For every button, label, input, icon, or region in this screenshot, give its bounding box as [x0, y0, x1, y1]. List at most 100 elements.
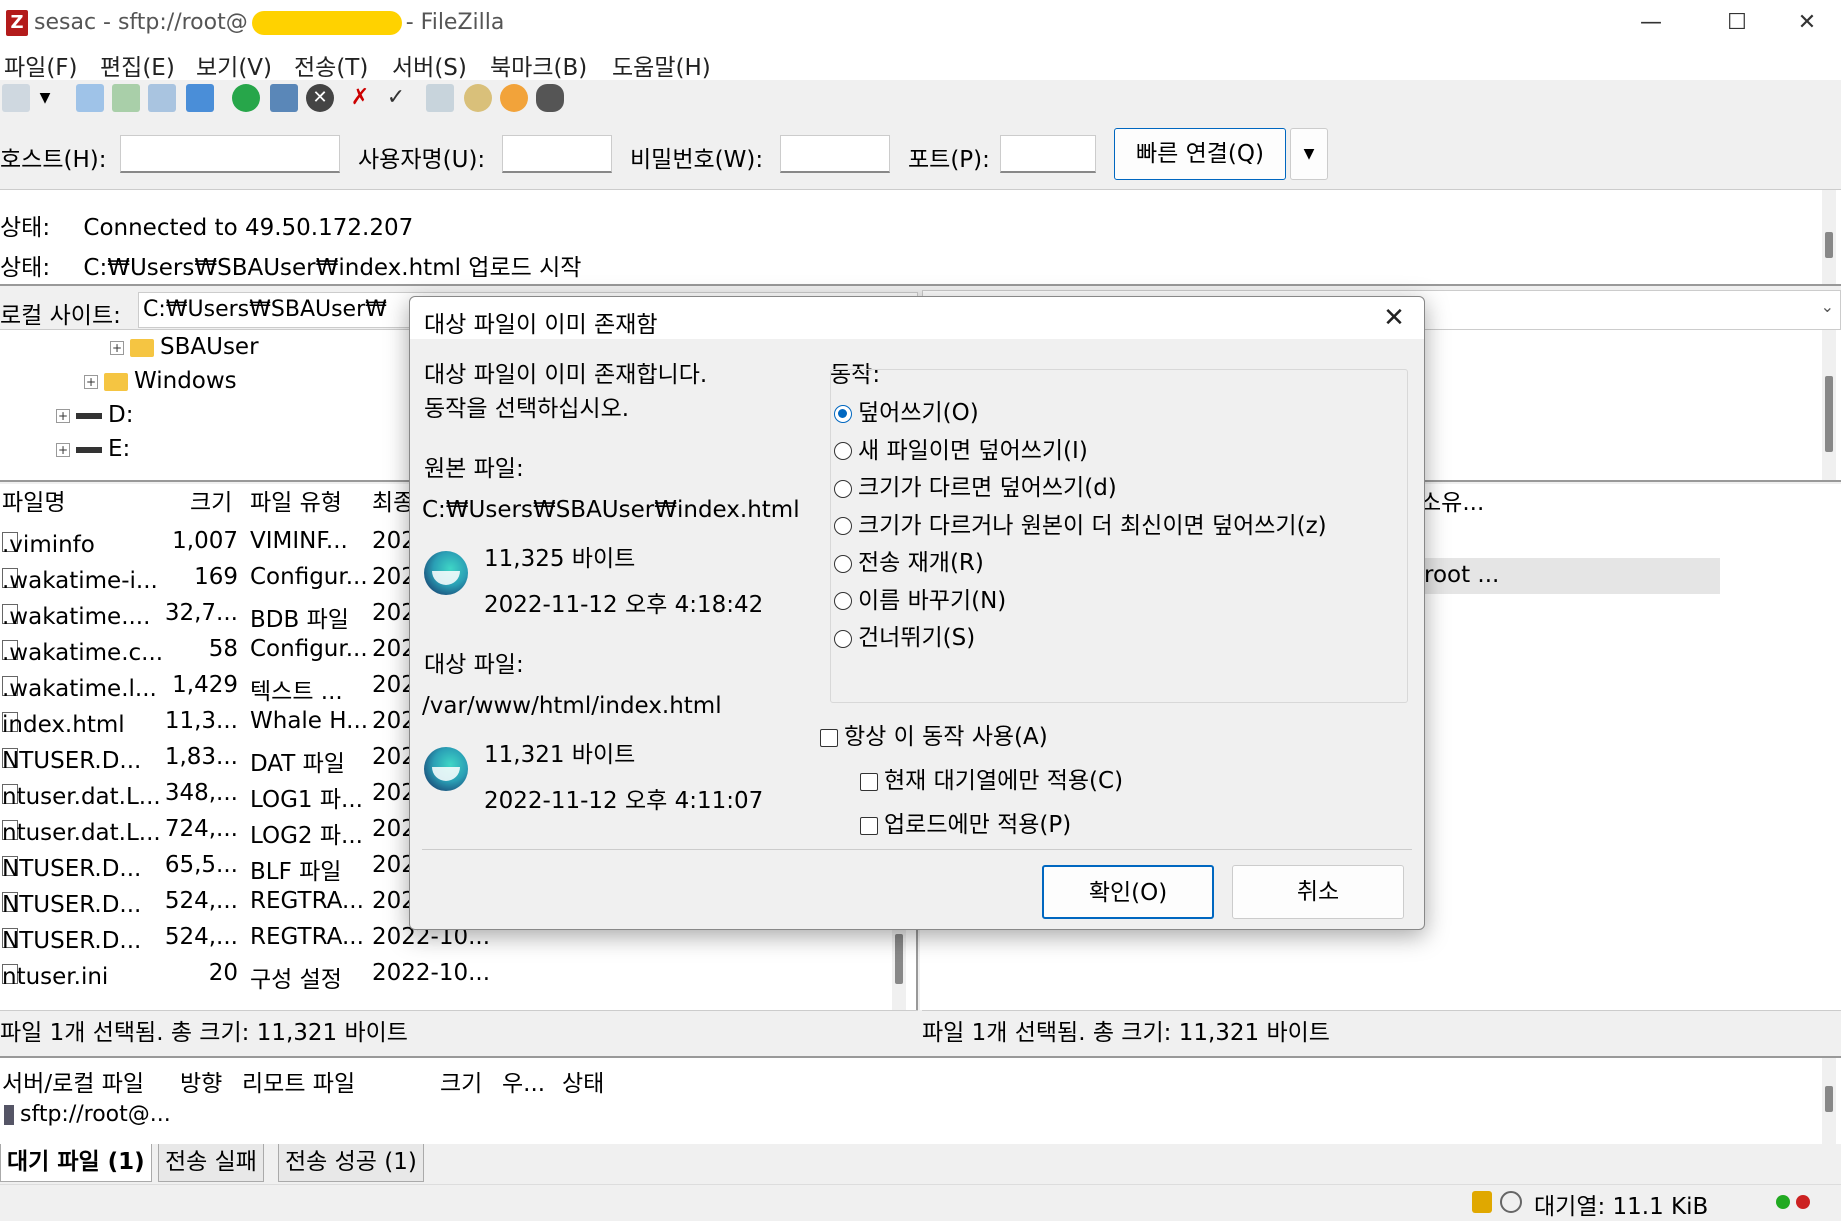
quickconnect-button[interactable]: 빠른 연결(Q) — [1114, 128, 1286, 180]
column-header-modified[interactable]: 최종 — [372, 484, 414, 524]
tree-item[interactable]: + Windows — [84, 368, 237, 394]
ok-button[interactable]: 확인(O) — [1042, 865, 1214, 919]
file-type-cell: LOG2 파... — [250, 823, 363, 849]
remote-tree-scrollbar[interactable] — [1822, 330, 1836, 480]
action-option-radio[interactable]: 새 파일이면 덮어쓰기(I) — [834, 431, 1088, 465]
site-manager-dropdown-icon[interactable]: ▼ — [36, 84, 54, 112]
queue-scrollbar[interactable] — [1822, 1058, 1836, 1144]
action-option-radio[interactable]: 크기가 다르면 덮어쓰기(d) — [834, 468, 1117, 502]
radio-icon[interactable] — [834, 517, 852, 535]
site-manager-icon[interactable] — [2, 84, 30, 112]
action-option-radio[interactable]: 크기가 다르거나 원본이 더 최신이면 덮어쓰기(z) — [834, 506, 1327, 540]
radio-icon[interactable] — [834, 404, 852, 423]
table-row[interactable]: root ... — [1420, 558, 1720, 594]
toggle-log-icon[interactable] — [76, 84, 104, 112]
speed-limit-icon[interactable] — [1500, 1191, 1522, 1213]
radio-icon[interactable] — [834, 592, 852, 610]
tree-item[interactable]: + SBAUser — [110, 334, 259, 360]
reconnect-icon[interactable]: ✓ — [382, 84, 410, 112]
host-input[interactable] — [120, 135, 340, 173]
column-header-filename[interactable]: 파일명 — [2, 484, 65, 524]
queue-only-checkbox[interactable]: 현재 대기열에만 적용(C) — [860, 761, 1123, 795]
menu-help[interactable]: 도움말(H) — [612, 48, 711, 82]
tab-queued-files[interactable]: 대기 파일 (1) — [0, 1144, 152, 1182]
queue-item[interactable]: sftp://root@... — [4, 1102, 171, 1127]
quickconnect-dropdown-icon[interactable]: ▼ — [1290, 128, 1328, 180]
source-file-label: 원본 파일: — [424, 456, 524, 482]
column-header-filetype[interactable]: 파일 유형 — [250, 484, 342, 524]
file-type-cell: REGTRA... — [250, 888, 364, 914]
cancel-icon[interactable]: ✕ — [306, 84, 334, 112]
checkbox-icon[interactable] — [860, 772, 878, 791]
checkbox-icon[interactable] — [860, 816, 878, 835]
always-use-checkbox[interactable]: 항상 이 동작 사용(A) — [820, 717, 1048, 751]
queue-header-local-file[interactable]: 서버/로컬 파일 — [2, 1064, 144, 1098]
menu-server[interactable]: 서버(S) — [392, 48, 467, 82]
password-input[interactable] — [780, 135, 890, 173]
tab-successful-transfers[interactable]: 전송 성공 (1) — [278, 1144, 424, 1182]
port-input[interactable] — [1000, 135, 1096, 173]
remote-tree-scrollbar-thumb[interactable] — [1825, 376, 1833, 452]
toggle-queue-icon[interactable] — [186, 84, 214, 112]
expand-icon[interactable]: + — [84, 374, 98, 389]
tree-item[interactable]: + E: — [56, 436, 130, 462]
radio-icon[interactable] — [834, 554, 852, 573]
cancel-button[interactable]: 취소 — [1232, 865, 1404, 919]
compare-icon[interactable] — [464, 84, 492, 112]
log-status-label: 상태: — [0, 255, 51, 281]
log-scrollbar[interactable] — [1822, 190, 1836, 284]
menu-bookmarks[interactable]: 북마크(B) — [490, 48, 587, 82]
username-input[interactable] — [502, 135, 612, 173]
dialog-close-icon[interactable]: ✕ — [1374, 301, 1414, 335]
menu-file[interactable]: 파일(F) — [4, 48, 78, 82]
search-binoculars-icon[interactable] — [536, 84, 564, 112]
column-header-owner[interactable]: 소유... — [1420, 484, 1484, 524]
queue-scrollbar-thumb[interactable] — [1825, 1086, 1833, 1112]
expand-icon[interactable]: + — [56, 442, 70, 457]
column-header-size[interactable]: 크기 — [190, 484, 232, 524]
queue-header-remote-file[interactable]: 리모트 파일 — [242, 1064, 355, 1098]
log-scrollbar-thumb[interactable] — [1825, 232, 1833, 258]
tree-item-label: E: — [108, 436, 131, 462]
queue-header-status[interactable]: 상태 — [562, 1064, 604, 1098]
file-type-cell: Whale H... — [250, 708, 369, 734]
minimize-button[interactable]: — — [1616, 4, 1686, 42]
checkbox-icon[interactable] — [820, 728, 838, 747]
expand-icon[interactable]: + — [56, 408, 70, 423]
radio-icon[interactable] — [834, 442, 852, 460]
menu-edit[interactable]: 편집(E) — [100, 48, 175, 82]
maximize-button[interactable]: ☐ — [1702, 4, 1772, 42]
toggle-remote-tree-icon[interactable] — [148, 84, 176, 112]
table-row[interactable]: ntuser.ini 20 구성 설정 2022-10... — [0, 956, 900, 993]
toggle-local-tree-icon[interactable] — [112, 84, 140, 112]
refresh-icon[interactable] — [232, 84, 260, 112]
disconnect-icon[interactable]: ✗ — [346, 84, 374, 112]
upload-only-checkbox[interactable]: 업로드에만 적용(P) — [860, 805, 1071, 839]
tree-item-label: SBAUser — [160, 334, 259, 360]
action-option-radio[interactable]: 이름 바꾸기(N) — [834, 581, 1006, 615]
radio-icon[interactable] — [834, 479, 852, 498]
tree-item[interactable]: + D: — [56, 402, 133, 428]
menu-transfer[interactable]: 전송(T) — [294, 48, 368, 82]
queue-header-priority[interactable]: 우... — [502, 1064, 545, 1098]
expand-icon[interactable]: + — [110, 340, 124, 355]
action-option-radio[interactable]: 전송 재개(R) — [834, 543, 984, 577]
sync-browsing-icon[interactable] — [500, 84, 528, 112]
action-option-radio[interactable]: 건너뛰기(S) — [834, 618, 975, 652]
tab-failed-transfers[interactable]: 전송 실패 — [158, 1144, 264, 1182]
file-size-cell: 1,007 — [172, 528, 238, 554]
queue-header-size[interactable]: 크기 — [440, 1064, 482, 1098]
process-queue-icon[interactable] — [270, 84, 298, 112]
menu-view[interactable]: 보기(V) — [196, 48, 272, 82]
action-option-radio[interactable]: 덮어쓰기(O) — [834, 393, 979, 427]
radio-icon[interactable] — [834, 629, 852, 648]
dialog-message-line2: 동작을 선택하십시오. — [424, 396, 630, 422]
remote-site-dropdown-icon[interactable]: ⌄ — [1821, 297, 1834, 316]
local-list-scrollbar[interactable] — [892, 924, 906, 1010]
directory-listing-filter-icon[interactable] — [426, 84, 454, 112]
file-exists-dialog: 대상 파일이 이미 존재함 ✕ 대상 파일이 이미 존재합니다. 동작을 선택하… — [409, 296, 1425, 930]
window-title: sesac - sftp://root@ - FileZilla — [34, 10, 504, 35]
local-list-scrollbar-thumb[interactable] — [895, 934, 903, 984]
queue-header-direction[interactable]: 방향 — [180, 1064, 222, 1098]
close-button[interactable]: ✕ — [1772, 4, 1841, 42]
